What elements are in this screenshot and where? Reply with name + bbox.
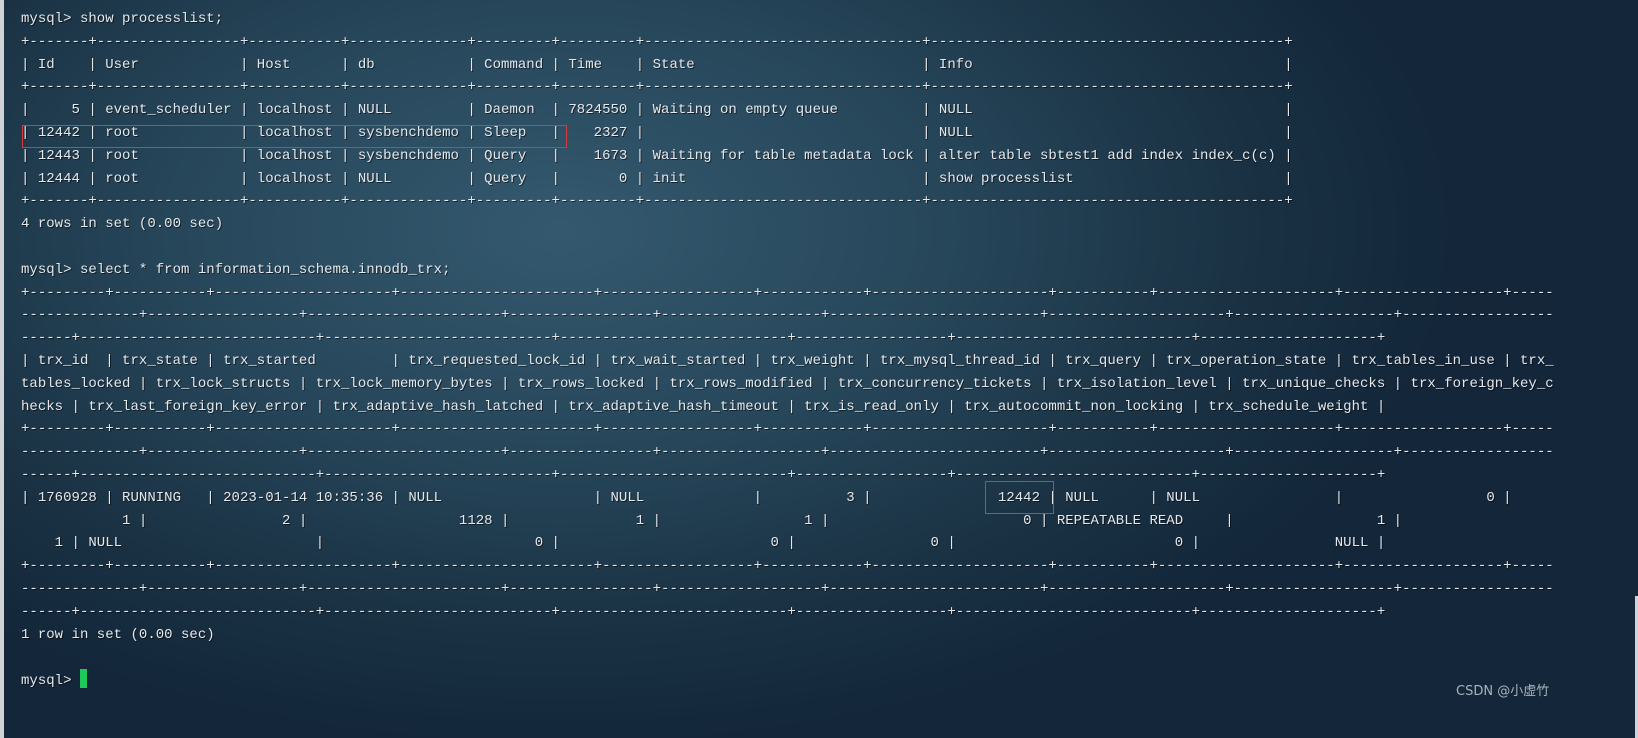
innodb-trx-table-border: ------+----------------------------+----… — [21, 330, 1386, 347]
processlist-table-row: | 5 | event_scheduler | localhost | NULL… — [21, 102, 1293, 119]
highlight-box-thread-id — [985, 481, 1054, 514]
innodb-trx-table-row: 1 | 2 | 1128 | 1 | 1 | 0 | REPEATABLE RE… — [21, 512, 1554, 529]
innodb-trx-table-border: +---------+-----------+-----------------… — [21, 421, 1554, 438]
innodb-trx-table-row: 1 | NULL | 0 | 0 | 0 | 0 | NULL | — [21, 535, 1386, 552]
cursor — [79, 669, 87, 689]
command-line: mysql> select * from information_schema.… — [21, 261, 451, 278]
watermark: CSDN @小虚竹 — [1456, 684, 1550, 699]
processlist-table-border: +-------+-----------------+-----------+-… — [21, 33, 1293, 50]
innodb-trx-table-row: | 1760928 | RUNNING | 2023-01-14 10:35:3… — [21, 489, 1554, 506]
result-summary: 4 rows in set (0.00 sec) — [21, 216, 224, 233]
innodb-trx-table-header: hecks | trx_last_foreign_key_error | trx… — [21, 398, 1386, 415]
result-summary: 1 row in set (0.00 sec) — [21, 626, 215, 643]
processlist-table-border: +-------+-----------------+-----------+-… — [21, 79, 1293, 96]
processlist-table-header: | Id | User | Host | db | Command | Time… — [21, 56, 1293, 73]
innodb-trx-table-border: --------------+------------------+------… — [21, 444, 1554, 461]
innodb-trx-table-border: ------+----------------------------+----… — [21, 603, 1386, 620]
innodb-trx-table-border: +---------+-----------+-----------------… — [21, 284, 1554, 301]
window-left-border — [0, 0, 4, 738]
innodb-trx-table-border: +---------+-----------+-----------------… — [21, 558, 1554, 575]
terminal-output[interactable]: mysql> show processlist; +-------+-------… — [21, 8, 1638, 692]
innodb-trx-table-header: | trx_id | trx_state | trx_started | trx… — [21, 352, 1554, 369]
processlist-table-row: | 12443 | root | localhost | sysbenchdem… — [21, 147, 1293, 164]
processlist-table-row: | 12444 | root | localhost | NULL | Quer… — [21, 170, 1293, 187]
command-line: mysql> show processlist; — [21, 11, 224, 27]
innodb-trx-table-border: ------+----------------------------+----… — [21, 466, 1386, 483]
innodb-trx-table-border: --------------+------------------+------… — [21, 580, 1554, 597]
processlist-table-border: +-------+-----------------+-----------+-… — [21, 193, 1293, 210]
prompt-line: mysql> — [21, 669, 1638, 692]
innodb-trx-table-border: --------------+------------------+------… — [21, 307, 1554, 324]
innodb-trx-table-header: tables_locked | trx_lock_structs | trx_l… — [21, 375, 1554, 392]
highlight-box-sleeping-session — [22, 125, 567, 148]
